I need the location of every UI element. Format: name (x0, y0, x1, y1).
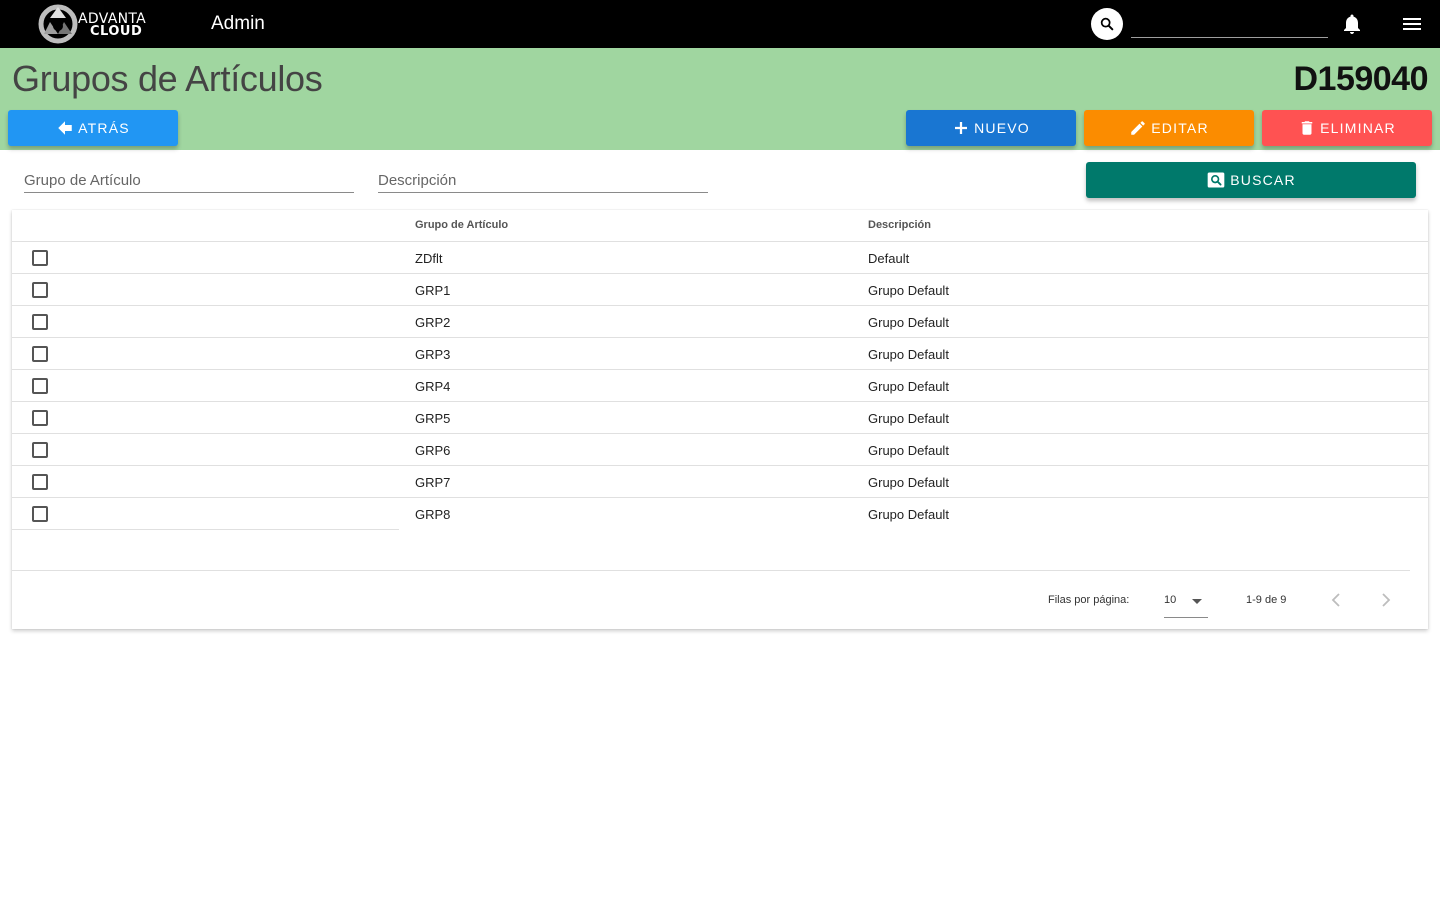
page-title: Grupos de Artículos (12, 58, 323, 99)
menu-icon[interactable] (1400, 12, 1424, 36)
data-table-card: Grupo de Artículo Descripción ZDflt Defa… (12, 210, 1428, 629)
cell-grupo: GRP6 (415, 443, 451, 458)
cell-grupo: GRP8 (415, 507, 451, 522)
table-row[interactable]: GRP7 Grupo Default (12, 466, 1428, 498)
top-app-bar: ADVANTA CLOUD Admin (0, 0, 1440, 48)
logo-text-cloud: CLOUD (90, 24, 143, 39)
cell-descripcion: Grupo Default (868, 507, 949, 522)
row-select-cell (12, 466, 399, 498)
row-select-cell (12, 274, 399, 306)
row-select-cell (12, 242, 399, 274)
table-row[interactable]: ZDflt Default (12, 242, 1428, 274)
row-select-cell (12, 338, 399, 370)
cell-descripcion: Grupo Default (868, 411, 949, 426)
new-button[interactable]: NUEVO (906, 110, 1076, 146)
row-checkbox[interactable] (32, 378, 48, 394)
grupo-filter-input[interactable] (24, 168, 354, 192)
table-row[interactable]: GRP8 Grupo Default (12, 498, 1428, 530)
row-checkbox[interactable] (32, 282, 48, 298)
page-header: Grupos de Artículos D159040 ATRÁS NUEVO … (0, 48, 1440, 150)
table-row[interactable]: GRP6 Grupo Default (12, 434, 1428, 466)
delete-button[interactable]: ELIMINAR (1262, 110, 1432, 146)
cell-grupo: ZDflt (415, 251, 443, 266)
cell-descripcion: Grupo Default (868, 443, 949, 458)
row-checkbox[interactable] (32, 474, 48, 490)
search-submit-label: BUSCAR (1230, 172, 1296, 188)
table-row[interactable]: GRP5 Grupo Default (12, 402, 1428, 434)
grupo-filter-field (24, 168, 354, 193)
column-header-grupo[interactable]: Grupo de Artículo (415, 219, 508, 231)
rows-per-page-label: Filas por página: (1048, 594, 1130, 606)
cell-grupo: GRP3 (415, 347, 451, 362)
page-range-info: 1-9 de 9 (1246, 594, 1287, 606)
row-select-cell (12, 498, 399, 530)
row-checkbox[interactable] (32, 314, 48, 330)
table-row[interactable]: GRP4 Grupo Default (12, 370, 1428, 402)
company-code: D159040 (1293, 60, 1428, 98)
edit-button-label: EDITAR (1151, 120, 1209, 136)
search-icon (1100, 17, 1114, 31)
find-icon (1207, 172, 1225, 188)
row-select-cell (12, 434, 399, 466)
cell-descripcion: Grupo Default (868, 379, 949, 394)
cell-grupo: GRP2 (415, 315, 451, 330)
chevron-left-icon[interactable] (1326, 588, 1346, 612)
plus-icon (955, 122, 968, 134)
cell-grupo: GRP1 (415, 283, 451, 298)
arrow-left-icon (58, 121, 72, 135)
row-checkbox[interactable] (32, 346, 48, 362)
row-select-cell (12, 402, 399, 434)
advanta-cloud-logo-icon (38, 4, 78, 44)
cell-descripcion: Grupo Default (868, 475, 949, 490)
cell-descripcion: Grupo Default (868, 315, 949, 330)
bell-icon[interactable] (1340, 12, 1364, 36)
chevron-right-icon[interactable] (1376, 588, 1396, 612)
pencil-icon (1131, 121, 1146, 135)
caret-down-icon (1192, 599, 1202, 604)
edit-button[interactable]: EDITAR (1084, 110, 1254, 146)
cell-grupo: GRP5 (415, 411, 451, 426)
table-footer-divider (12, 570, 1410, 571)
back-button[interactable]: ATRÁS (8, 110, 178, 146)
rows-per-page-value: 10 (1164, 594, 1177, 606)
delete-button-label: ELIMINAR (1320, 120, 1396, 136)
cell-descripcion: Grupo Default (868, 347, 949, 362)
cell-descripcion: Grupo Default (868, 283, 949, 298)
trash-icon (1301, 121, 1313, 135)
row-select-cell (12, 306, 399, 338)
column-header-descripcion[interactable]: Descripción (868, 219, 931, 231)
row-checkbox[interactable] (32, 410, 48, 426)
row-checkbox[interactable] (32, 506, 48, 522)
search-submit-button[interactable]: BUSCAR (1086, 162, 1416, 198)
new-button-label: NUEVO (974, 120, 1030, 136)
descripcion-filter-field (378, 168, 708, 193)
global-search-input[interactable] (1131, 12, 1328, 38)
table-row[interactable]: GRP2 Grupo Default (12, 306, 1428, 338)
table-row[interactable]: GRP1 Grupo Default (12, 274, 1428, 306)
back-button-label: ATRÁS (78, 120, 130, 136)
search-button[interactable] (1091, 8, 1123, 40)
row-checkbox[interactable] (32, 442, 48, 458)
app-title: Admin (211, 13, 265, 34)
table-header: Grupo de Artículo Descripción (12, 210, 1428, 242)
rows-per-page-select[interactable]: 10 (1164, 588, 1208, 618)
cell-grupo: GRP4 (415, 379, 451, 394)
descripcion-filter-input[interactable] (378, 168, 708, 192)
app-logo[interactable]: ADVANTA CLOUD (36, 4, 160, 44)
cell-descripcion: Default (868, 251, 910, 266)
cell-grupo: GRP7 (415, 475, 451, 490)
row-checkbox[interactable] (32, 250, 48, 266)
table-row[interactable]: GRP3 Grupo Default (12, 338, 1428, 370)
row-select-cell (12, 370, 399, 402)
